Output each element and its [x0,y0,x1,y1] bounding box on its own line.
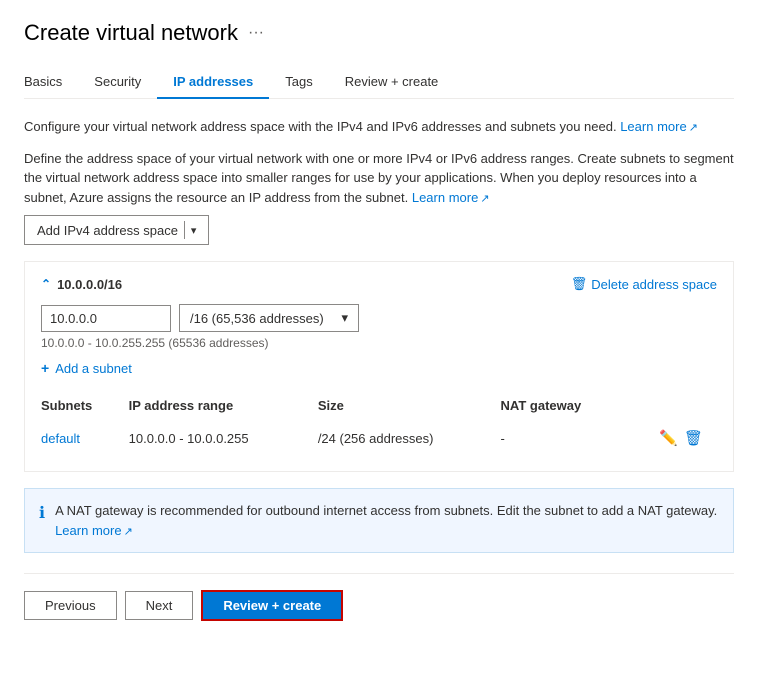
delete-address-space-button[interactable]: 🗑 Delete address space [571,276,717,292]
description-line2: Define the address space of your virtual… [24,149,734,208]
edit-subnet-icon[interactable]: ✏️ [659,429,678,447]
nat-info-box: ℹ A NAT gateway is recommended for outbo… [24,488,734,553]
delete-icon: 🗑 [571,276,588,292]
delete-subnet-icon[interactable]: 🗑 [684,429,703,447]
nat-learn-more-link[interactable]: Learn more↗ [55,523,133,538]
button-divider [184,221,185,239]
next-button[interactable]: Next [125,591,194,620]
address-space-block: ⌃ 10.0.0.0/16 🗑 Delete address space /16… [24,261,734,472]
info-icon: ℹ [39,502,45,526]
subnet-size: /24 (256 addresses) [318,419,501,457]
nat-info-text: A NAT gateway is recommended for outboun… [55,501,719,540]
add-ipv4-button[interactable]: Add IPv4 address space ▾ [24,215,209,245]
tab-security[interactable]: Security [78,66,157,99]
plus-icon: + [41,360,49,376]
review-create-button[interactable]: Review + create [201,590,343,621]
tab-basics[interactable]: Basics [24,66,78,99]
ip-address-input[interactable] [41,305,171,332]
chevron-up-icon[interactable]: ⌃ [41,277,51,291]
dropdown-arrow-icon: ▾ [191,224,197,237]
subnet-name-link[interactable]: default [41,431,80,446]
learn-more-link-2[interactable]: Learn more↗ [412,190,490,205]
subnet-nat-gateway: - [501,419,632,457]
more-options-icon[interactable]: ··· [248,24,264,42]
add-subnet-button[interactable]: + Add a subnet [41,360,717,376]
cidr-chevron-icon: ▾ [341,310,348,326]
tabs-nav: Basics Security IP addresses Tags Review… [24,66,734,99]
add-ipv4-label: Add IPv4 address space [37,223,178,238]
table-row: default 10.0.0.0 - 10.0.0.255 /24 (256 a… [41,419,717,457]
cidr-dropdown[interactable]: /16 (65,536 addresses) ▾ [179,304,359,332]
col-header-size: Size [318,392,501,419]
col-header-subnets: Subnets [41,392,129,419]
tab-review-create[interactable]: Review + create [329,66,455,99]
learn-more-link-1[interactable]: Learn more↗ [620,119,698,134]
page-title: Create virtual network [24,20,238,46]
tab-ip-addresses[interactable]: IP addresses [157,66,269,99]
subnet-ip-range: 10.0.0.0 - 10.0.0.255 [129,419,318,457]
ip-range-hint: 10.0.0.0 - 10.0.255.255 (65536 addresses… [41,336,717,350]
footer: Previous Next Review + create [24,573,734,621]
address-space-title: 10.0.0.0/16 [57,277,122,292]
col-header-ip-range: IP address range [129,392,318,419]
tab-tags[interactable]: Tags [269,66,328,99]
col-header-nat: NAT gateway [501,392,632,419]
subnets-table: Subnets IP address range Size NAT gatewa… [41,392,717,457]
description-line1: Configure your virtual network address s… [24,117,734,137]
previous-button[interactable]: Previous [24,591,117,620]
